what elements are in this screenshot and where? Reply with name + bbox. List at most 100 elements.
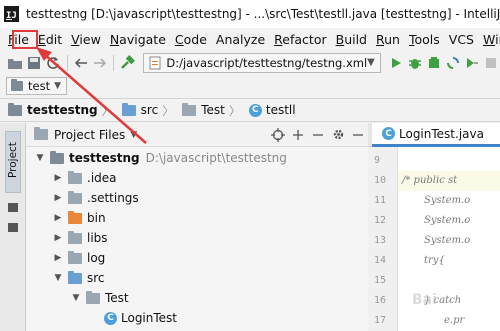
folder-icon: [121, 102, 136, 116]
folder-icon: [8, 102, 22, 116]
debug-bug-icon[interactable]: [406, 53, 425, 73]
chevron-right-icon: 〉: [228, 103, 241, 118]
back-arrow-icon[interactable]: [71, 53, 90, 73]
expand-all-icon[interactable]: [308, 126, 328, 144]
secondary-toolbar: test ▼: [0, 75, 500, 97]
project-combo[interactable]: test ▼: [6, 77, 68, 95]
structure-icon[interactable]: [8, 203, 18, 212]
class-icon: C: [104, 311, 117, 325]
file-menu-highlight-box: [12, 30, 38, 49]
menu-vcs[interactable]: VCS: [449, 32, 474, 47]
save-all-icon[interactable]: [25, 53, 44, 73]
tree-item-label: Test: [105, 291, 129, 305]
tree-item-label: bin: [87, 211, 106, 225]
folder-icon: [68, 250, 82, 264]
chevron-right-icon[interactable]: ▶: [52, 253, 64, 263]
menu-analyze[interactable]: Analyze: [216, 32, 265, 47]
open-folder-icon[interactable]: [6, 53, 25, 73]
run-settings-icon[interactable]: [462, 53, 481, 73]
tree-item-log[interactable]: ▶ log: [26, 248, 368, 268]
breadcrumb-item-testll[interactable]: C testll: [248, 103, 296, 117]
tree-item-testtestng[interactable]: ▼ testtestng D:\javascript\testtestng: [26, 148, 368, 168]
chevron-right-icon[interactable]: ▶: [52, 213, 64, 223]
menu-refactor[interactable]: Refactor: [274, 32, 326, 47]
tree-item-path: D:\javascript\testtestng: [145, 151, 287, 165]
menu-build[interactable]: Build: [336, 32, 367, 47]
chevron-down-icon: ▼: [54, 81, 62, 91]
line-number: 12: [374, 215, 387, 226]
tree-item-test[interactable]: ▼ Test: [26, 288, 368, 308]
breadcrumb-item-src[interactable]: src 〉: [121, 102, 179, 119]
tree-item-label: testtestng: [69, 151, 140, 165]
tree-item-label: src: [87, 271, 105, 285]
gear-icon[interactable]: [328, 126, 348, 144]
menu-navigate[interactable]: Navigate: [110, 32, 166, 47]
chevron-right-icon[interactable]: ▶: [52, 193, 64, 203]
tree-item-src[interactable]: ▼ src: [26, 268, 368, 288]
toolbar-separator: [66, 54, 68, 71]
line-number: 9: [374, 155, 381, 166]
chevron-down-icon: ▼: [367, 57, 375, 68]
favorites-icon[interactable]: [8, 223, 18, 232]
run-config-combo[interactable]: D:/javascript/testtestng/testng.xml ▼: [142, 52, 381, 73]
chevron-right-icon[interactable]: ▶: [52, 233, 64, 243]
tree-item-label: .settings: [87, 191, 139, 205]
xml-file-icon: [148, 56, 162, 70]
run-config-label: D:/javascript/testtestng/testng.xml: [166, 55, 368, 70]
tree-item-idea[interactable]: ▶ .idea: [26, 168, 368, 188]
line-number: 13: [374, 235, 387, 246]
tab-logintest-java[interactable]: C LoginTest.java: [372, 123, 500, 147]
folder-icon: [182, 102, 197, 116]
chevron-right-icon[interactable]: ▶: [52, 173, 64, 183]
forward-arrow-icon[interactable]: [90, 53, 109, 73]
tree-item-logintest[interactable]: C LoginTest: [26, 308, 368, 328]
coverage-icon[interactable]: [425, 53, 444, 73]
breadcrumb-label: testtestng: [27, 103, 98, 117]
code-line: /* public st: [402, 175, 458, 186]
project-view-selector[interactable]: Project Files ▼: [34, 127, 138, 142]
class-icon: C: [382, 127, 395, 140]
breadcrumb-label: Test: [201, 103, 225, 117]
menu-run[interactable]: Run: [376, 32, 400, 47]
locate-target-icon[interactable]: [268, 126, 288, 144]
menu-edit[interactable]: Edit: [38, 32, 62, 47]
folder-icon: [86, 290, 100, 304]
run-icon[interactable]: [387, 53, 406, 73]
breadcrumb-label: testll: [265, 103, 296, 117]
line-number: 15: [374, 275, 387, 286]
code-line: System.o: [424, 235, 471, 246]
project-tool-tab[interactable]: Project: [5, 131, 21, 193]
line-number-gutter: 9 10 11 12 13 14 15 16 17: [368, 147, 398, 331]
breadcrumb: testtestng 〉 src 〉 Test 〉 C testll: [0, 98, 500, 122]
tree-item-label: .idea: [87, 171, 117, 185]
editor-tab-bar: C LoginTest.java: [368, 123, 500, 147]
profile-icon[interactable]: [443, 53, 462, 73]
chevron-down-icon: ▼: [130, 129, 138, 140]
project-tool-tab-label: Project: [7, 142, 19, 178]
chevron-down-icon[interactable]: ▼: [34, 153, 46, 163]
main-toolbar: D:/javascript/testtestng/testng.xml ▼: [0, 50, 500, 75]
folder-icon: [68, 210, 82, 224]
line-number: 17: [374, 315, 387, 326]
tree-item-settings[interactable]: ▶ .settings: [26, 188, 368, 208]
menu-view[interactable]: View: [71, 32, 101, 47]
breadcrumb-label: src: [140, 103, 159, 117]
chevron-right-icon: 〉: [101, 103, 114, 118]
tree-item-bin[interactable]: ▶ bin: [26, 208, 368, 228]
tree-item-libs[interactable]: ▶ libs: [26, 228, 368, 248]
collapse-all-icon[interactable]: [288, 126, 308, 144]
folder-icon: [11, 79, 23, 91]
menu-tools[interactable]: Tools: [409, 32, 440, 47]
breadcrumb-item-project[interactable]: testtestng 〉: [8, 102, 118, 119]
chevron-down-icon[interactable]: ▼: [70, 293, 82, 303]
build-hammer-icon[interactable]: [118, 53, 137, 73]
menu-win[interactable]: Win: [483, 32, 500, 47]
chevron-down-icon[interactable]: ▼: [52, 273, 64, 283]
menu-code[interactable]: Code: [175, 32, 207, 47]
tree-item-label: libs: [87, 231, 108, 245]
stop-icon[interactable]: [481, 53, 500, 73]
hide-panel-icon[interactable]: [348, 126, 368, 144]
breadcrumb-item-test[interactable]: Test 〉: [182, 102, 245, 119]
project-panel-header: Project Files ▼: [26, 123, 368, 147]
sync-icon[interactable]: [44, 53, 63, 73]
